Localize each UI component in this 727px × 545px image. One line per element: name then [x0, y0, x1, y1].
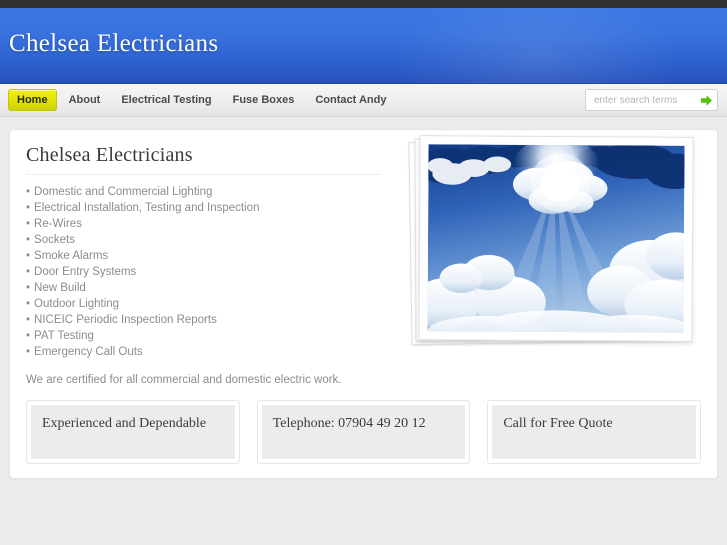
nav-item-home[interactable]: Home: [8, 89, 57, 111]
sunlit-clouds-photo: [426, 143, 686, 334]
service-label: Electrical Installation, Testing and Ins…: [34, 202, 260, 214]
service-label: New Build: [34, 282, 86, 294]
arrow-right-icon: [700, 94, 712, 106]
service-label: Smoke Alarms: [34, 250, 109, 262]
list-item: • Re-Wires: [26, 216, 406, 232]
bullet-icon: •: [26, 250, 31, 262]
bullet-icon: •: [26, 282, 31, 294]
nav-list: Home About Electrical Testing Fuse Boxes…: [0, 84, 398, 116]
photo-frame-front: [418, 135, 694, 342]
nav-item-electrical-testing[interactable]: Electrical Testing: [112, 89, 220, 111]
page-body: Chelsea Electricians • Domestic and Comme…: [0, 117, 727, 545]
list-item: • Domestic and Commercial Lighting: [26, 184, 406, 200]
search-input[interactable]: [592, 93, 699, 107]
bullet-icon: •: [26, 346, 31, 358]
promo-text: Telephone: 07904 49 20 12: [272, 416, 426, 431]
bullet-icon: •: [26, 202, 31, 214]
site-header: Chelsea Electricians: [0, 8, 727, 84]
search-submit-button[interactable]: [699, 93, 713, 107]
list-item: • Sockets: [26, 232, 406, 248]
bullet-icon: •: [26, 234, 31, 246]
certification-note: We are certified for all commercial and …: [26, 374, 342, 386]
list-item: • Emergency Call Outs: [26, 344, 406, 360]
nav-item-contact-andy[interactable]: Contact Andy: [306, 89, 395, 111]
promo-text: Call for Free Quote: [503, 416, 613, 431]
promo-row: Experienced and Dependable Telephone: 07…: [26, 400, 702, 464]
service-label: Domestic and Commercial Lighting: [34, 186, 213, 198]
content-panel: Chelsea Electricians • Domestic and Comme…: [9, 129, 718, 479]
bullet-icon: •: [26, 218, 31, 230]
bullet-icon: •: [26, 314, 31, 326]
service-label: Door Entry Systems: [34, 266, 137, 278]
service-label: PAT Testing: [34, 330, 94, 342]
heading-divider: [26, 174, 381, 175]
bullet-icon: •: [26, 186, 31, 198]
promo-box-telephone: Telephone: 07904 49 20 12: [256, 400, 471, 464]
service-label: Outdoor Lighting: [34, 298, 120, 310]
site-title: Chelsea Electricians: [9, 30, 219, 57]
nav-item-fuse-boxes[interactable]: Fuse Boxes: [224, 89, 304, 111]
list-item: • Outdoor Lighting: [26, 296, 406, 312]
service-label: Sockets: [34, 234, 75, 246]
bullet-icon: •: [26, 266, 31, 278]
promo-inner: Experienced and Dependable: [31, 405, 235, 459]
list-item: • Smoke Alarms: [26, 248, 406, 264]
top-accent-bar: [0, 0, 727, 8]
nav-item-about[interactable]: About: [60, 89, 110, 111]
list-item: • Door Entry Systems: [26, 264, 406, 280]
list-item: • PAT Testing: [26, 328, 406, 344]
promo-box-free-quote: Call for Free Quote: [487, 400, 702, 464]
bullet-icon: •: [26, 330, 31, 342]
search-box[interactable]: [585, 89, 718, 111]
promo-text: Experienced and Dependable: [42, 416, 207, 431]
photo-frame: [408, 135, 695, 351]
list-item: • Electrical Installation, Testing and In…: [26, 200, 406, 216]
service-label: Emergency Call Outs: [34, 346, 143, 358]
service-label: Re-Wires: [34, 218, 82, 230]
list-item: • New Build: [26, 280, 406, 296]
promo-inner: Telephone: 07904 49 20 12: [261, 405, 466, 459]
main-navigation: Home About Electrical Testing Fuse Boxes…: [0, 84, 727, 117]
services-list: • Domestic and Commercial Lighting • Elect…: [26, 184, 406, 360]
bullet-icon: •: [26, 298, 31, 310]
promo-inner: Call for Free Quote: [492, 405, 697, 459]
service-label: NICEIC Periodic Inspection Reports: [34, 314, 217, 326]
promo-box-experienced: Experienced and Dependable: [26, 400, 240, 464]
list-item: • NICEIC Periodic Inspection Reports: [26, 312, 406, 328]
